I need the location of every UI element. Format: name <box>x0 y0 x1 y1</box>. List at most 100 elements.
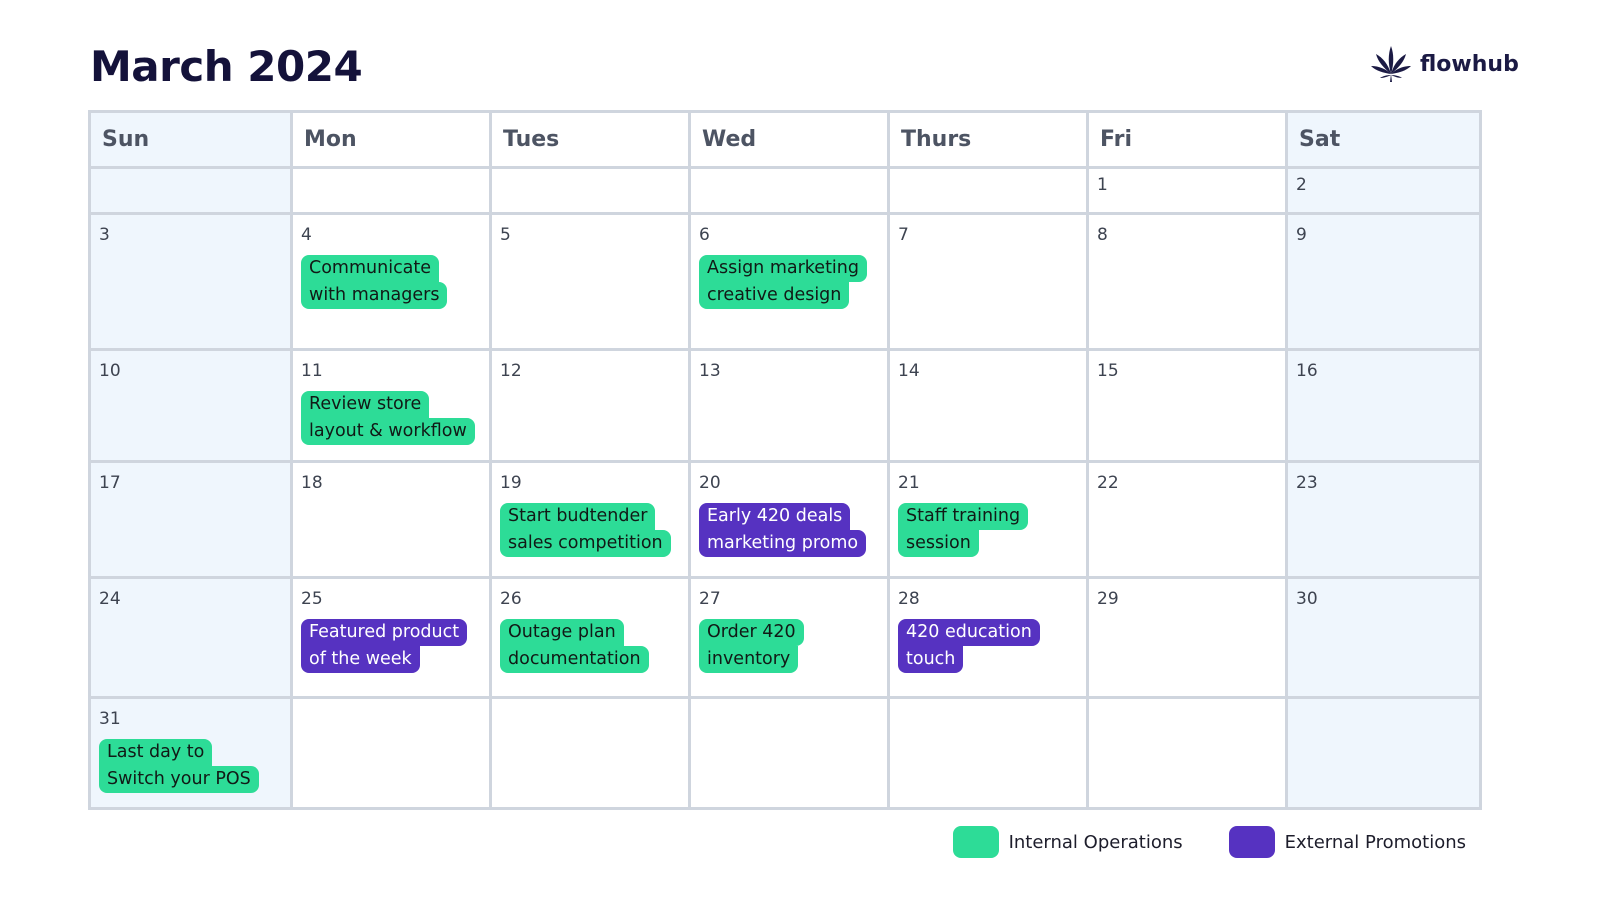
event-external[interactable]: Featured product of the week <box>301 619 468 673</box>
day-cell[interactable]: 20 Early 420 deals marketing promo <box>691 463 890 579</box>
brand-name: flowhub <box>1420 51 1519 77</box>
calendar-grid: Sun Mon Tues Wed Thurs Fri Sat 1 2 3 4 Communicate w… <box>91 113 1479 807</box>
event-text: Switch your POS <box>99 766 259 793</box>
event-text: touch <box>898 646 964 673</box>
day-number: 25 <box>301 589 323 609</box>
event-text: Assign marketing <box>699 255 867 282</box>
weekday-header: Fri <box>1089 113 1288 169</box>
event-internal[interactable]: Review store layout & workflow <box>301 391 475 445</box>
event-text: documentation <box>500 646 649 673</box>
day-cell[interactable]: 8 <box>1089 215 1288 351</box>
day-number: 7 <box>898 225 909 245</box>
event-internal[interactable]: Outage plan documentation <box>500 619 649 673</box>
day-cell[interactable]: 17 <box>91 463 293 579</box>
day-cell[interactable]: 23 <box>1288 463 1479 579</box>
event-text: Start budtender <box>500 503 656 530</box>
day-number: 27 <box>699 589 721 609</box>
weekday-header: Wed <box>691 113 890 169</box>
day-cell[interactable]: 19 Start budtender sales competition <box>492 463 691 579</box>
day-number: 11 <box>301 361 323 381</box>
day-cell[interactable] <box>492 699 691 807</box>
event-text: Review store <box>301 391 430 418</box>
day-number: 6 <box>699 225 710 245</box>
day-cell[interactable]: 13 <box>691 351 890 463</box>
event-text: inventory <box>699 646 799 673</box>
external-swatch <box>1228 826 1275 858</box>
day-cell[interactable]: 14 <box>890 351 1089 463</box>
day-cell[interactable]: 18 <box>293 463 492 579</box>
day-cell[interactable]: 27 Order 420 inventory <box>691 579 890 699</box>
day-cell[interactable]: 11 Review store layout & workflow <box>293 351 492 463</box>
day-cell[interactable] <box>691 169 890 215</box>
event-internal[interactable]: Last day to Switch your POS <box>99 739 259 793</box>
day-cell[interactable]: 5 <box>492 215 691 351</box>
event-internal[interactable]: Start budtender sales competition <box>500 503 671 557</box>
day-cell[interactable]: 2 <box>1288 169 1479 215</box>
event-text: Early 420 deals <box>699 503 851 530</box>
weekday-header: Sun <box>91 113 293 169</box>
day-number: 29 <box>1097 589 1119 609</box>
event-text: Order 420 <box>699 619 804 646</box>
event-internal[interactable]: Staff training session <box>898 503 1029 557</box>
day-cell[interactable]: 16 <box>1288 351 1479 463</box>
day-number: 13 <box>699 361 721 381</box>
internal-swatch <box>952 826 999 858</box>
day-cell[interactable]: 6 Assign marketing creative design <box>691 215 890 351</box>
weekday-header: Tues <box>492 113 691 169</box>
day-cell[interactable]: 24 <box>91 579 293 699</box>
day-cell[interactable]: 7 <box>890 215 1089 351</box>
day-cell[interactable]: 28 420 education touch <box>890 579 1089 699</box>
event-text: Staff training <box>898 503 1029 530</box>
day-cell[interactable]: 21 Staff training session <box>890 463 1089 579</box>
weekday-header: Mon <box>293 113 492 169</box>
day-cell[interactable] <box>890 169 1089 215</box>
day-cell[interactable]: 10 <box>91 351 293 463</box>
day-cell[interactable]: 3 <box>91 215 293 351</box>
day-cell[interactable] <box>91 169 293 215</box>
day-number: 19 <box>500 473 522 493</box>
day-number: 8 <box>1097 225 1108 245</box>
day-cell[interactable] <box>890 699 1089 807</box>
day-number: 26 <box>500 589 522 609</box>
event-text: session <box>898 530 979 557</box>
day-number: 12 <box>500 361 522 381</box>
day-number: 9 <box>1296 225 1307 245</box>
event-internal[interactable]: Order 420 inventory <box>699 619 804 673</box>
event-text: sales competition <box>500 530 671 557</box>
event-external[interactable]: 420 education touch <box>898 619 1040 673</box>
day-cell[interactable] <box>492 169 691 215</box>
day-cell[interactable]: 25 Featured product of the week <box>293 579 492 699</box>
day-cell[interactable]: 30 <box>1288 579 1479 699</box>
day-cell[interactable]: 12 <box>492 351 691 463</box>
day-number: 15 <box>1097 361 1119 381</box>
day-cell[interactable]: 4 Communicate with managers <box>293 215 492 351</box>
day-cell[interactable]: 22 <box>1089 463 1288 579</box>
event-text: Last day to <box>99 739 213 766</box>
event-text: Outage plan <box>500 619 624 646</box>
event-internal[interactable]: Assign marketing creative design <box>699 255 867 309</box>
legend: Internal Operations External Promotions <box>952 826 1466 858</box>
day-cell[interactable]: 29 <box>1089 579 1288 699</box>
event-text: layout & workflow <box>301 418 475 445</box>
brand-logo: flowhub <box>1370 44 1519 84</box>
day-cell[interactable] <box>691 699 890 807</box>
day-number: 17 <box>99 473 121 493</box>
day-cell[interactable]: 9 <box>1288 215 1479 351</box>
day-cell[interactable] <box>293 169 492 215</box>
event-internal[interactable]: Communicate with managers <box>301 255 448 309</box>
event-text: of the week <box>301 646 420 673</box>
day-cell[interactable]: 15 <box>1089 351 1288 463</box>
day-cell[interactable] <box>1089 699 1288 807</box>
event-text: marketing promo <box>699 530 867 557</box>
day-cell[interactable]: 31 Last day to Switch your POS <box>91 699 293 807</box>
day-number: 2 <box>1296 175 1307 195</box>
day-cell[interactable] <box>1288 699 1479 807</box>
day-number: 22 <box>1097 473 1119 493</box>
day-cell[interactable] <box>293 699 492 807</box>
day-cell[interactable]: 1 <box>1089 169 1288 215</box>
event-external[interactable]: Early 420 deals marketing promo <box>699 503 867 557</box>
day-number: 30 <box>1296 589 1318 609</box>
event-text: with managers <box>301 282 448 309</box>
legend-item-external: External Promotions <box>1228 826 1466 858</box>
day-cell[interactable]: 26 Outage plan documentation <box>492 579 691 699</box>
